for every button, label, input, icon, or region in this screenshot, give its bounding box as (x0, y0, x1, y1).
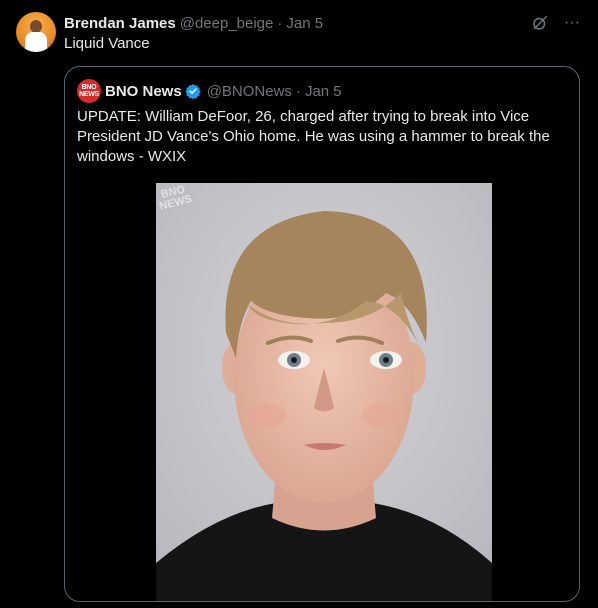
mugshot-illustration (156, 183, 492, 601)
tweet-header: Brendan James @deep_beige · Jan 5 (64, 12, 582, 34)
tweet[interactable]: Brendan James @deep_beige · Jan 5 ··· Li… (0, 0, 598, 608)
separator-dot: · (277, 14, 283, 32)
author-handle[interactable]: @deep_beige (180, 15, 274, 32)
author-name[interactable]: Brendan James (64, 15, 176, 32)
more-icon[interactable]: ··· (562, 13, 582, 33)
quoted-tweet[interactable]: BNO NEWS BNO News @BNONews · Jan 5 UPDAT… (64, 66, 580, 602)
grok-icon[interactable] (530, 13, 550, 33)
quote-author-name[interactable]: BNO News (105, 83, 182, 100)
quote-header: BNO NEWS BNO News @BNONews · Jan 5 (77, 79, 342, 103)
quote-text: UPDATE: William DeFoor, 26, charged afte… (77, 108, 550, 165)
logo-text-top: BNO (81, 84, 97, 91)
tweet-header-actions: ··· (530, 12, 582, 34)
avatar-body (25, 32, 47, 52)
quote-author-handle[interactable]: @BNONews (207, 83, 292, 100)
logo-text-bottom: NEWS (79, 91, 99, 98)
tweet-date[interactable]: Jan 5 (286, 15, 323, 32)
quote-date[interactable]: Jan 5 (305, 83, 342, 100)
author-avatar[interactable] (16, 12, 56, 52)
tweet-text: Liquid Vance (64, 35, 150, 52)
bno-logo-icon[interactable]: BNO NEWS (77, 79, 101, 103)
mugshot-photo[interactable]: BNO NEWS (156, 183, 492, 601)
quote-separator-dot: · (295, 82, 301, 100)
verified-badge-icon (185, 83, 201, 99)
